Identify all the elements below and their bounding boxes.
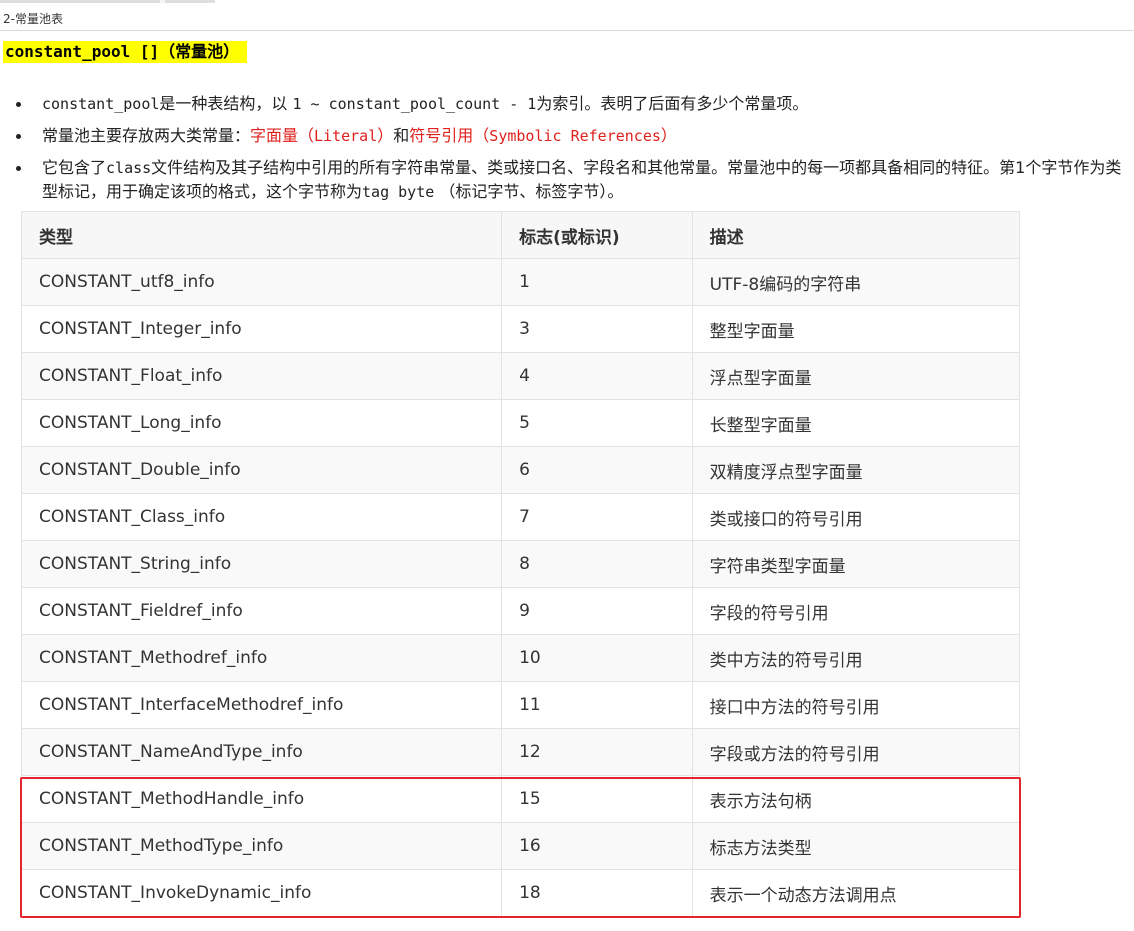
cell-tag: 1 [501,258,693,306]
cell-type: CONSTANT_NameAndType_info [20,728,503,776]
bullet-item: constant_pool是一种表结构，以 1 ~ constant_pool_… [0,92,1130,116]
cell-tag: 7 [501,493,693,541]
table-row: CONSTANT_NameAndType_info 12 字段或方法的符号引用 [20,728,1021,776]
cell-type: CONSTANT_InvokeDynamic_info [20,869,503,917]
bullet-text-segment: （标记字节、标签字节）。 [434,182,624,201]
table-row: CONSTANT_Class_info 7 类或接口的符号引用 [20,493,1021,541]
bullet-text-segment: 和 [393,126,410,145]
bullet-text-segment: Literal [314,127,378,145]
bullet-dot-icon [16,134,21,139]
cell-description: 字符串类型字面量 [691,540,1021,588]
cell-tag: 8 [501,540,693,588]
bullet-dot-icon [16,166,21,171]
window-title: 2-常量池表 [3,12,63,26]
table-row: CONSTANT_utf8_info 1 UTF-8编码的字符串 [20,258,1021,306]
table-row: CONSTANT_Long_info 5 长整型字面量 [20,399,1021,447]
cell-type: CONSTANT_Integer_info [20,305,503,353]
cell-type: CONSTANT_InterfaceMethodref_info [20,681,503,729]
cell-description: UTF-8编码的字符串 [691,258,1021,306]
cell-tag: 15 [501,775,693,823]
cell-description: 类中方法的符号引用 [691,634,1021,682]
cell-tag: 16 [501,822,693,870]
table-row: CONSTANT_Float_info 4 浮点型字面量 [20,352,1021,400]
cell-type: CONSTANT_Double_info [20,446,503,494]
cell-tag: 10 [501,634,693,682]
table-row: CONSTANT_InvokeDynamic_info 18 表示一个动态方法调用点 [20,869,1021,917]
bullet-text-segment: tag byte [362,183,435,201]
cell-description: 表示一个动态方法调用点 [691,869,1021,917]
table-row: CONSTANT_InterfaceMethodref_info 11 接口中方法的… [20,681,1021,729]
bullet-text-segment: class [106,159,152,177]
cell-description: 长整型字面量 [691,399,1021,447]
table-header-row: 类型 标志(或标识) 描述 [20,211,1021,259]
section-heading: constant_pool []（常量池） [3,41,248,63]
tab-strip [0,0,1134,3]
cell-tag: 6 [501,446,693,494]
bullet-item: 常量池主要存放两大类常量：字面量（Literal）和符号引用（Symbolic … [0,124,1130,148]
cell-type: CONSTANT_MethodHandle_info [20,775,503,823]
cell-tag: 5 [501,399,693,447]
bullet-list: constant_pool是一种表结构，以 1 ~ constant_pool_… [0,92,1130,204]
bullet-text-segment: 字面量（ [250,126,315,145]
constant-pool-table: 类型 标志(或标识) 描述 CONSTANT_utf8_info 1 UTF-8编码… [20,211,1021,917]
cell-description: 字段或方法的符号引用 [691,728,1021,776]
cell-tag: 9 [501,587,693,635]
cell-type: CONSTANT_utf8_info [20,258,503,306]
table-row: CONSTANT_String_info 8 字符串类型字面量 [20,540,1021,588]
bullet-text-segment: 是一种表结构，以 [159,94,293,113]
cell-type: CONSTANT_Methodref_info [20,634,503,682]
cell-type: CONSTANT_MethodType_info [20,822,503,870]
table-row: CONSTANT_Methodref_info 10 类中方法的符号引用 [20,634,1021,682]
bullet-text-segment: Symbolic References [489,127,661,145]
bullet-text-segment: 常量池主要存放两大类常量： [42,126,251,145]
header-type: 类型 [20,211,503,259]
table-row: CONSTANT_Double_info 6 双精度浮点型字面量 [20,446,1021,494]
bullet-text-segment: ） [660,126,677,145]
cell-type: CONSTANT_Fieldref_info [20,587,503,635]
bullet-text-segment: 1 ~ constant_pool_count - 1 [292,95,537,113]
cell-tag: 12 [501,728,693,776]
bullet-item: 它包含了class文件结构及其子结构中引用的所有字符串常量、类或接口名、字段名和… [0,156,1130,204]
cell-description: 表示方法句柄 [691,775,1021,823]
table-row: CONSTANT_Fieldref_info 9 字段的符号引用 [20,587,1021,635]
cell-description: 整型字面量 [691,305,1021,353]
table-row: CONSTANT_Integer_info 3 整型字面量 [20,305,1021,353]
cell-tag: 3 [501,305,693,353]
header-tag: 标志(或标识) [501,211,693,259]
cell-tag: 11 [501,681,693,729]
cell-description: 类或接口的符号引用 [691,493,1021,541]
cell-tag: 4 [501,352,693,400]
cell-description: 字段的符号引用 [691,587,1021,635]
table-row: CONSTANT_MethodHandle_info 15 表示方法句柄 [20,775,1021,823]
cell-description: 浮点型字面量 [691,352,1021,400]
table-row: CONSTANT_MethodType_info 16 标志方法类型 [20,822,1021,870]
bullet-text-segment: 为索引。表明了后面有多少个常量项。 [536,94,809,113]
bullet-text-segment: ） [377,126,394,145]
header-description: 描述 [691,211,1021,259]
cell-type: CONSTANT_String_info [20,540,503,588]
cell-type: CONSTANT_Class_info [20,493,503,541]
window-titlebar: 2-常量池表 [0,0,1134,31]
cell-type: CONSTANT_Long_info [20,399,503,447]
bullet-text-segment: 它包含了 [42,158,107,177]
cell-description: 标志方法类型 [691,822,1021,870]
bullet-text-segment: constant_pool [42,95,160,113]
cell-type: CONSTANT_Float_info [20,352,503,400]
cell-description: 双精度浮点型字面量 [691,446,1021,494]
bullet-dot-icon [16,102,21,107]
cell-description: 接口中方法的符号引用 [691,681,1021,729]
cell-tag: 18 [501,869,693,917]
bullet-text-segment: 符号引用（ [409,126,490,145]
